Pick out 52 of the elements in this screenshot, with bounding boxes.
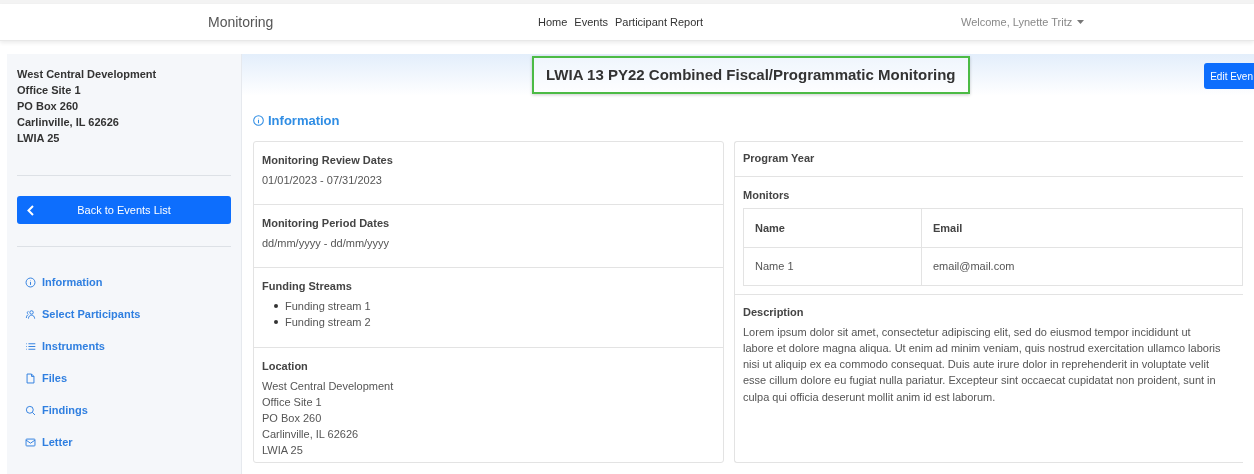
field-label: Description <box>743 305 805 320</box>
field-value: West Central Development <box>262 378 395 394</box>
nav-link[interactable]: Participant Report <box>615 13 704 31</box>
column-header: Name <box>743 208 922 248</box>
field-label: Monitors <box>743 187 791 203</box>
field-value: LWIA 25 <box>262 442 304 458</box>
address-line: Office Site 1 <box>17 83 82 98</box>
sidebar-item[interactable]: Files <box>25 369 231 387</box>
list-icon <box>25 340 36 352</box>
people-icon <box>25 308 36 320</box>
field-value: Carlinville, IL 62626 <box>262 426 360 442</box>
back-button[interactable]: Back to Events List <box>17 196 231 224</box>
edit-event-button[interactable]: Edit Even <box>1204 63 1254 89</box>
user-menu[interactable]: Welcome, Lynette Tritz <box>961 13 1085 31</box>
field-label: Program Year <box>743 151 815 167</box>
mail-icon <box>25 436 36 448</box>
bullet-icon <box>274 319 278 324</box>
bullet-icon <box>274 303 278 308</box>
table-cell: email@mail.com <box>921 247 1243 286</box>
field-value: Office Site 1 <box>262 394 323 410</box>
column-header: Email <box>921 208 1243 248</box>
list-item: Funding stream 1 <box>285 298 371 314</box>
list-item: Funding stream 2 <box>285 314 371 330</box>
page-title: LWIA 13 PY22 Combined Fiscal/Programmatic Monitoring <box>532 55 970 95</box>
brand-title[interactable]: Monitoring <box>208 11 274 33</box>
search-icon <box>25 404 36 416</box>
nav-link[interactable]: Home <box>538 13 568 31</box>
address-line: West Central Development <box>17 67 158 82</box>
table-cell: Name 1 <box>743 247 922 286</box>
sidebar-item[interactable]: Findings <box>25 401 231 419</box>
info-icon <box>253 115 264 127</box>
address-line: LWIA 25 <box>17 131 61 146</box>
address-line: Carlinville, IL 62626 <box>17 115 120 130</box>
caret-icon <box>1077 20 1085 24</box>
field-label: Funding Streams <box>262 278 353 294</box>
field-value: PO Box 260 <box>262 410 323 426</box>
sidebar-item[interactable]: Information <box>25 273 231 291</box>
field-label: Monitoring Period Dates <box>262 215 391 231</box>
sidebar-item[interactable]: Letter <box>25 433 231 451</box>
field-value: dd/mm/yyyy - dd/mm/yyyy <box>262 235 391 251</box>
field-label: Location <box>262 358 309 374</box>
address-line: PO Box 260 <box>17 99 80 114</box>
nav-link[interactable]: Events <box>574 13 608 31</box>
description-text: Lorem ipsum dolor sit amet, consectetur adipiscing elit, sed do eiusmod tempor incididunt ut labore et dolore magna aliqua. Ut enim ad minim veniam, quis nostrud exercitation ullamco laboris nisi ut aliquip ex ea commodo consequat. Duis aute irure dolor in reprehenderit in voluptate velit esse cillum dolore eu fugiat nulla pariatur. Excepteur sint occaecat cupidatat non proident, sunt in culpa qui officia deserunt mollit anim id est laborum. <box>743 324 1222 405</box>
field-label: Monitoring Review Dates <box>262 152 394 168</box>
section-heading: Information <box>268 112 340 130</box>
sidebar-item[interactable]: Instruments <box>25 337 231 355</box>
info-icon <box>25 276 36 288</box>
sidebar-item[interactable]: Select Participants <box>25 305 231 323</box>
file-icon <box>25 372 36 384</box>
chevron-left-icon <box>27 204 34 216</box>
field-value: 01/01/2023 - 07/31/2023 <box>262 172 383 188</box>
